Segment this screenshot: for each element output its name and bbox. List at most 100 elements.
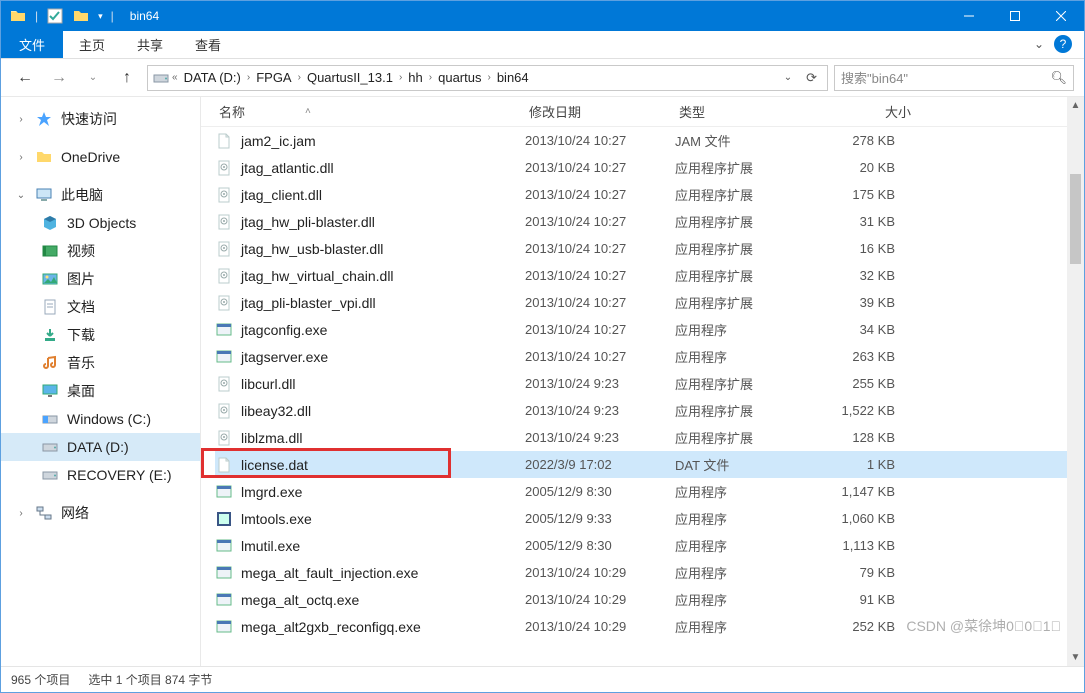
column-date[interactable]: 修改日期 — [525, 102, 675, 121]
file-tab[interactable]: 文件 — [1, 31, 63, 58]
file-type: 应用程序 — [675, 320, 815, 339]
crumb[interactable]: hh — [404, 70, 426, 85]
sidebar-item-pc-child[interactable]: 桌面 — [1, 377, 200, 405]
expand-icon[interactable]: › — [15, 152, 27, 163]
checkbox-icon[interactable] — [46, 7, 64, 25]
minimize-button[interactable] — [946, 1, 992, 31]
file-row[interactable]: jtagconfig.exe2013/10/24 10:27应用程序34 KB — [215, 316, 1067, 343]
file-row[interactable]: jtag_client.dll2013/10/24 10:27应用程序扩展175… — [215, 181, 1067, 208]
column-name[interactable]: 名称˄ — [215, 102, 525, 121]
scrollbar-thumb[interactable] — [1070, 174, 1081, 264]
file-size: 79 KB — [815, 565, 915, 580]
folder-icon-small[interactable] — [72, 7, 90, 25]
file-row[interactable]: jtag_pli-blaster_vpi.dll2013/10/24 10:27… — [215, 289, 1067, 316]
crumb[interactable]: FPGA — [252, 70, 295, 85]
file-date: 2013/10/24 10:29 — [525, 619, 675, 634]
vertical-scrollbar[interactable]: ▲ ▼ — [1067, 97, 1084, 666]
breadcrumb[interactable]: « DATA (D:) › FPGA › QuartusII_13.1 › hh… — [147, 65, 828, 91]
chevron-right-icon[interactable]: « — [170, 72, 180, 83]
address-dropdown-icon[interactable]: ⌄ — [778, 72, 798, 83]
search-input[interactable]: 搜索"bin64" 🔍︎ — [834, 65, 1074, 91]
file-date: 2005/12/9 8:30 — [525, 538, 675, 553]
sidebar-item-pc-child[interactable]: 3D Objects — [1, 209, 200, 237]
chevron-right-icon[interactable]: › — [485, 72, 492, 83]
collapse-icon[interactable]: ⌄ — [15, 190, 27, 201]
scroll-up-icon[interactable]: ▲ — [1067, 97, 1084, 114]
dll-file-icon — [215, 375, 233, 393]
file-type: 应用程序扩展 — [675, 239, 815, 258]
sidebar-item-quick-access[interactable]: › 快速访问 — [1, 105, 200, 133]
file-row[interactable]: jtag_atlantic.dll2013/10/24 10:27应用程序扩展2… — [215, 154, 1067, 181]
file-name: mega_alt2gxb_reconfigq.exe — [241, 619, 421, 635]
file-row[interactable]: jam2_ic.jam2013/10/24 10:27JAM 文件278 KB — [215, 127, 1067, 154]
file-row[interactable]: lmutil.exe2005/12/9 8:30应用程序1,113 KB — [215, 532, 1067, 559]
sidebar-item-pc-child[interactable]: 文档 — [1, 293, 200, 321]
exe-file-icon — [215, 348, 233, 366]
sidebar-item-network[interactable]: › 网络 — [1, 499, 200, 527]
crumb[interactable]: quartus — [434, 70, 485, 85]
file-row[interactable]: liblzma.dll2013/10/24 9:23应用程序扩展128 KB — [215, 424, 1067, 451]
ribbon-collapse-icon[interactable]: ⌄ — [1034, 37, 1044, 51]
app-file-icon — [215, 510, 233, 528]
file-type: 应用程序扩展 — [675, 401, 815, 420]
sidebar-item-label: RECOVERY (E:) — [67, 467, 172, 483]
up-button[interactable]: ↑ — [113, 64, 141, 92]
status-bar: 965 个项目 选中 1 个项目 874 字节 — [1, 666, 1084, 692]
sidebar-item-pc-child[interactable]: RECOVERY (E:) — [1, 461, 200, 489]
sidebar-item-this-pc[interactable]: ⌄ 此电脑 — [1, 181, 200, 209]
sidebar-item-onedrive[interactable]: › OneDrive — [1, 143, 200, 171]
sidebar-item-pc-child[interactable]: 视频 — [1, 237, 200, 265]
file-type: 应用程序 — [675, 563, 815, 582]
expand-icon[interactable]: › — [15, 114, 27, 125]
item-icon — [41, 243, 59, 259]
sidebar-item-pc-child[interactable]: DATA (D:) — [1, 433, 200, 461]
scroll-down-icon[interactable]: ▼ — [1067, 649, 1084, 666]
chevron-right-icon[interactable]: › — [397, 72, 404, 83]
file-type: 应用程序扩展 — [675, 185, 815, 204]
tab-view[interactable]: 查看 — [179, 31, 237, 58]
qat-dropdown-icon[interactable]: ▾ — [98, 11, 103, 22]
crumb[interactable]: bin64 — [493, 70, 533, 85]
sidebar-item-pc-child[interactable]: Windows (C:) — [1, 405, 200, 433]
chevron-right-icon[interactable]: › — [296, 72, 303, 83]
file-row[interactable]: jtag_hw_usb-blaster.dll2013/10/24 10:27应… — [215, 235, 1067, 262]
file-type: 应用程序扩展 — [675, 212, 815, 231]
file-row[interactable]: jtag_hw_virtual_chain.dll2013/10/24 10:2… — [215, 262, 1067, 289]
file-row[interactable]: license.dat2022/3/9 17:02DAT 文件1 KB — [215, 451, 1067, 478]
crumb[interactable]: DATA (D:) — [180, 70, 245, 85]
search-icon[interactable]: 🔍︎ — [1050, 70, 1067, 86]
file-row[interactable]: jtag_hw_pli-blaster.dll2013/10/24 10:27应… — [215, 208, 1067, 235]
crumb[interactable]: QuartusII_13.1 — [303, 70, 397, 85]
file-row[interactable]: libcurl.dll2013/10/24 9:23应用程序扩展255 KB — [215, 370, 1067, 397]
back-button[interactable]: ← — [11, 64, 39, 92]
file-row[interactable]: lmgrd.exe2005/12/9 8:30应用程序1,147 KB — [215, 478, 1067, 505]
file-name: license.dat — [241, 457, 308, 473]
refresh-icon[interactable]: ⟳ — [800, 70, 823, 86]
file-row[interactable]: mega_alt_fault_injection.exe2013/10/24 1… — [215, 559, 1067, 586]
sidebar-item-pc-child[interactable]: 音乐 — [1, 349, 200, 377]
sidebar-item-pc-child[interactable]: 下载 — [1, 321, 200, 349]
file-row[interactable]: jtagserver.exe2013/10/24 10:27应用程序263 KB — [215, 343, 1067, 370]
expand-icon[interactable]: › — [15, 508, 27, 519]
maximize-button[interactable] — [992, 1, 1038, 31]
file-date: 2013/10/24 9:23 — [525, 403, 675, 418]
forward-button[interactable]: → — [45, 64, 73, 92]
tab-home[interactable]: 主页 — [63, 31, 121, 58]
file-row[interactable]: mega_alt2gxb_reconfigq.exe 2013/10/24 10:… — [215, 613, 1067, 640]
file-row[interactable]: mega_alt_octq.exe2013/10/24 10:29应用程序91 … — [215, 586, 1067, 613]
file-name: jtag_hw_usb-blaster.dll — [241, 241, 383, 257]
sidebar-item-label: 网络 — [61, 503, 89, 523]
help-icon[interactable]: ? — [1054, 35, 1072, 53]
sidebar-item-pc-child[interactable]: 图片 — [1, 265, 200, 293]
file-name: jtagconfig.exe — [241, 322, 327, 338]
file-row[interactable]: lmtools.exe2005/12/9 9:33应用程序1,060 KB — [215, 505, 1067, 532]
recent-button[interactable]: ⌄ — [79, 64, 107, 92]
exe-file-icon — [215, 618, 233, 636]
chevron-right-icon[interactable]: › — [427, 72, 434, 83]
close-button[interactable] — [1038, 1, 1084, 31]
chevron-right-icon[interactable]: › — [245, 72, 252, 83]
tab-share[interactable]: 共享 — [121, 31, 179, 58]
column-type[interactable]: 类型 — [675, 102, 815, 121]
column-size[interactable]: 大小 — [815, 102, 915, 121]
file-row[interactable]: libeay32.dll2013/10/24 9:23应用程序扩展1,522 K… — [215, 397, 1067, 424]
